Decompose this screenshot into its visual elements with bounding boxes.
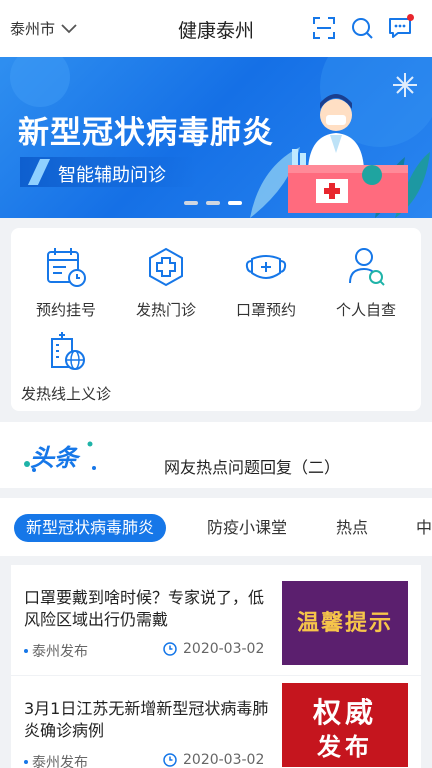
category-tabs: 新型冠状病毒肺炎 防疫小课堂 热点 中 [0, 498, 432, 556]
headline-logo: 头条 [24, 441, 96, 472]
news-date: 2020-03-02 [163, 641, 264, 657]
thumbnail-text: 温馨提示 [296, 611, 393, 636]
news-source-text: 泰州发布 [32, 755, 88, 768]
tab-covid19[interactable]: 新型冠状病毒肺炎 [14, 514, 167, 542]
banner-carousel[interactable]: 新型冠状病毒肺炎 智能辅助问诊 [0, 57, 432, 218]
news-title: 口罩要戴到啥时候？专家说了，低风险区域出行仍需戴 [24, 588, 265, 629]
tab-hot[interactable]: 热点 [336, 514, 368, 542]
hospital-globe-icon [51, 332, 85, 370]
thumbnail-text: 发布 [317, 733, 373, 761]
search-icon[interactable] [350, 16, 374, 40]
quick-menu: 预约挂号 发热门诊 口罩预约 个人自查 发热线上义诊 [11, 228, 421, 411]
scan-icon[interactable] [312, 16, 336, 40]
message-button[interactable] [388, 14, 414, 40]
banner-subtitle-text: 智能辅助问诊 [58, 165, 166, 186]
calendar-icon [47, 248, 86, 287]
thumbnail-text: 权威 [312, 696, 377, 729]
tab-prevention-class[interactable]: 防疫小课堂 [207, 514, 287, 542]
news-date-text: 2020-03-02 [183, 641, 265, 657]
news-item[interactable]: 3月1日江苏无新增新型冠状病毒肺炎确诊病例 泰州发布 2020-03-02 权威… [11, 676, 421, 768]
carousel-indicator [184, 201, 242, 205]
menu-item-label: 发热线上义诊 [20, 385, 111, 403]
person-search-icon [349, 248, 385, 286]
bullet-icon [24, 649, 28, 653]
headline-bar[interactable]: 头条 网友热点问题回复（二） [0, 422, 432, 488]
news-title: 3月1日江苏无新增新型冠状病毒肺炎确诊病例 [24, 699, 269, 740]
clock-icon [163, 753, 177, 767]
mask-icon [245, 255, 287, 279]
slash-decoration [27, 159, 51, 185]
clock-icon [163, 642, 177, 656]
news-item[interactable]: 口罩要戴到啥时候？专家说了，低风险区域出行仍需戴 泰州发布 2020-03-02… [11, 565, 421, 675]
banner-title: 新型冠状病毒肺炎 [18, 115, 274, 151]
news-source: 泰州发布 [24, 752, 88, 768]
news-source-text: 泰州发布 [32, 644, 88, 660]
carousel-dot [206, 201, 220, 205]
menu-item-appointment[interactable]: 预约挂号 [16, 245, 116, 320]
tab-more[interactable]: 中 [416, 514, 432, 542]
banner-subtitle: 智能辅助问诊 [20, 157, 196, 187]
menu-item-label: 口罩预约 [235, 301, 296, 319]
news-source: 泰州发布 [24, 641, 88, 661]
unread-badge [407, 14, 414, 21]
news-date-text: 2020-03-02 [183, 752, 265, 768]
news-thumbnail: 温馨提示 [282, 581, 408, 665]
headline-logo-text: 头条 [30, 444, 81, 472]
menu-item-online-consult[interactable]: 发热线上义诊 [16, 329, 116, 404]
news-thumbnail: 权威 发布 [282, 683, 408, 767]
menu-item-label: 发热门诊 [135, 301, 196, 319]
menu-item-label: 个人自查 [335, 301, 396, 319]
bullet-icon [24, 760, 28, 764]
carousel-dot-active [228, 201, 242, 205]
headline-text: 网友热点问题回复（二） [164, 458, 341, 477]
menu-item-label: 预约挂号 [35, 301, 96, 319]
top-bar: 泰州市 健康泰州 [0, 0, 432, 57]
menu-item-fever-clinic[interactable]: 发热门诊 [116, 245, 216, 320]
menu-item-mask-booking[interactable]: 口罩预约 [216, 245, 316, 320]
carousel-dot [184, 201, 198, 205]
medical-cross-icon [149, 247, 183, 287]
news-date: 2020-03-02 [163, 752, 264, 768]
menu-item-self-check[interactable]: 个人自查 [316, 245, 416, 320]
